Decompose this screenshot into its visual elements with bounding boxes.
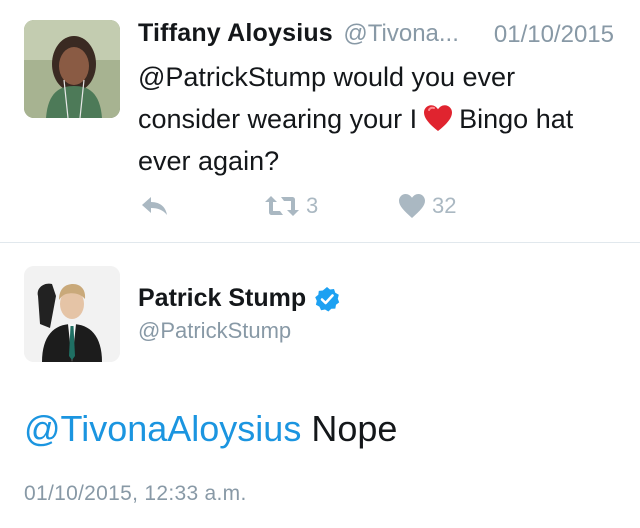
retweet-count: 3	[306, 193, 319, 218]
heart-icon	[399, 194, 425, 218]
tweet-actions: 3 32	[138, 190, 608, 222]
like-button[interactable]: 32	[398, 190, 456, 222]
display-name-text: Patrick Stump	[138, 284, 307, 312]
tweet-thread: Tiffany Aloysius @Tivona... 01/10/2015 @…	[0, 0, 640, 528]
avatar-photo	[24, 20, 120, 118]
display-name[interactable]: Patrick Stump	[138, 284, 340, 313]
verified-badge-icon	[314, 286, 340, 312]
mention-link[interactable]: @TivonaAloysius	[24, 408, 301, 449]
red-heart-emoji-icon	[423, 102, 453, 131]
avatar-photo	[24, 266, 120, 362]
tweet-text: @PatrickStump would you ever consider we…	[138, 56, 608, 182]
reply-button[interactable]	[140, 190, 170, 222]
tweet-date[interactable]: 01/10/2015	[494, 21, 614, 49]
display-name[interactable]: Tiffany Aloysius	[138, 19, 333, 47]
tweet-text: @TivonaAloysius Nope	[24, 408, 397, 450]
avatar[interactable]	[24, 20, 120, 118]
tweet-header: Tiffany Aloysius @Tivona... 01/10/2015	[138, 19, 628, 51]
username[interactable]: @Tivona...	[343, 20, 459, 47]
like-count: 32	[432, 193, 457, 218]
avatar[interactable]	[24, 266, 120, 362]
tweet-divider	[0, 242, 640, 243]
tweet-text-content: Nope	[311, 408, 398, 449]
reply-tweet[interactable]: Tiffany Aloysius @Tivona... 01/10/2015 @…	[0, 0, 640, 242]
retweet-icon	[265, 196, 299, 216]
reply-arrow-icon	[142, 197, 167, 215]
tweet-timestamp[interactable]: 01/10/2015, 12:33 a.m.	[24, 482, 247, 506]
username[interactable]: @PatrickStump	[138, 318, 291, 344]
retweet-button[interactable]: 3	[264, 190, 318, 222]
